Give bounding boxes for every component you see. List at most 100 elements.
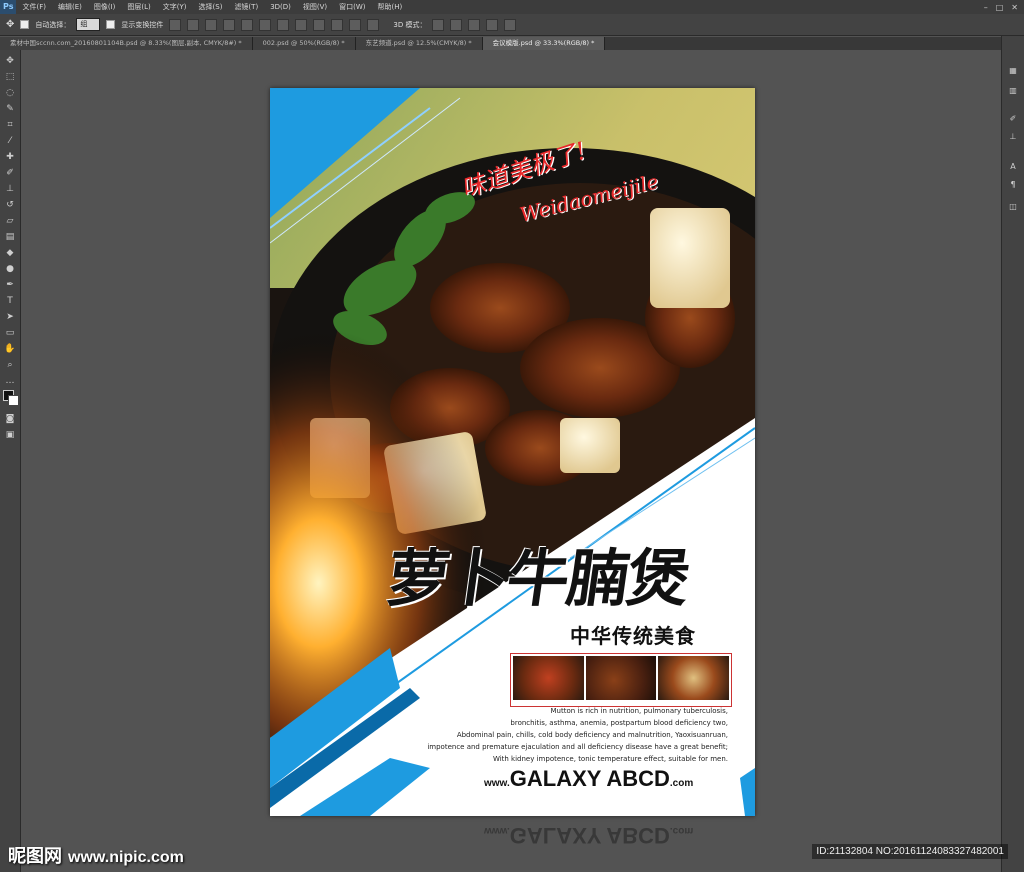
move-tool-icon[interactable]: ✥ bbox=[6, 19, 14, 30]
distribute-top-icon[interactable] bbox=[277, 18, 290, 31]
hand-icon[interactable]: ✋ bbox=[4, 344, 16, 354]
menu-bar: Ps 文件(F) 编辑(E) 图像(I) 图层(L) 文字(Y) 选择(S) 滤… bbox=[0, 0, 1024, 14]
paragraph-panel-icon[interactable]: ¶ bbox=[1007, 180, 1019, 190]
url-prefix: www. bbox=[484, 778, 510, 789]
scale-3d-icon[interactable] bbox=[504, 18, 517, 31]
shape-icon[interactable]: ▭ bbox=[4, 328, 16, 338]
reflected-url-suffix: .com bbox=[669, 825, 694, 836]
transform-controls-checkbox[interactable] bbox=[106, 20, 116, 29]
window-controls: – □ ✕ bbox=[984, 3, 1024, 12]
slide-3d-icon[interactable] bbox=[486, 18, 499, 31]
history-brush-icon[interactable]: ↺ bbox=[4, 200, 16, 210]
minimize-icon[interactable]: – bbox=[984, 3, 988, 12]
description-line: Abdominal pain, chills, cold body defici… bbox=[456, 731, 728, 739]
distribute-right-icon[interactable] bbox=[367, 18, 380, 31]
align-right-icon[interactable] bbox=[259, 18, 272, 31]
history-panel-icon[interactable]: ▦ bbox=[1007, 66, 1019, 76]
marquee-icon[interactable]: ⬚ bbox=[4, 72, 16, 82]
properties-panel-icon[interactable]: ▥ bbox=[1007, 86, 1019, 96]
reflected-url-prefix: www. bbox=[484, 825, 510, 836]
canvas-reflection: www.GALAXY ABCD.com bbox=[270, 818, 755, 872]
panel-dock: ▦ ▥ ✐ ⊥ A ¶ ◫ bbox=[1001, 36, 1024, 872]
clone-stamp-icon[interactable]: ⊥ bbox=[4, 184, 16, 194]
maximize-icon[interactable]: □ bbox=[996, 3, 1004, 12]
close-icon[interactable]: ✕ bbox=[1011, 3, 1018, 12]
menu-layer[interactable]: 图层(L) bbox=[121, 2, 156, 12]
menu-type[interactable]: 文字(Y) bbox=[157, 2, 193, 12]
tab-document-2[interactable]: 002.psd @ 50%(RGB/8) * bbox=[252, 37, 356, 50]
menu-select[interactable]: 选择(S) bbox=[193, 2, 229, 12]
tools-panel: ✥ ⬚ ◌ ✎ ⌗ ⁄ ✚ ✐ ⊥ ↺ ▱ ▤ ◆ ● ✒ T ➤ ▭ ✋ ⌕ … bbox=[0, 50, 21, 872]
rotate-3d-icon[interactable] bbox=[432, 18, 445, 31]
eraser-icon[interactable]: ▱ bbox=[4, 216, 16, 226]
menu-help[interactable]: 帮助(H) bbox=[372, 2, 409, 12]
path-select-icon[interactable]: ➤ bbox=[4, 312, 16, 322]
poster-url: www.GALAXY ABCD.com bbox=[484, 766, 693, 792]
auto-select-label: 自动选择： bbox=[35, 20, 71, 29]
distribute-center-icon[interactable] bbox=[349, 18, 362, 31]
tab-document-1[interactable]: 素材中国sccnn.com_20160801104B.psd @ 8.33%(图… bbox=[0, 37, 253, 50]
move-icon[interactable]: ✥ bbox=[4, 56, 16, 66]
poster-description: Mutton is rich in nutrition, pulmonary t… bbox=[400, 705, 728, 765]
menu-window[interactable]: 窗口(W) bbox=[333, 2, 371, 12]
description-line: bronchitis, asthma, anemia, postpartum b… bbox=[510, 719, 728, 727]
blur-icon[interactable]: ◆ bbox=[4, 248, 16, 258]
watermark-url: www.nipic.com bbox=[68, 849, 184, 866]
photoshop-logo: Ps bbox=[0, 0, 17, 14]
zoom-icon[interactable]: ⌕ bbox=[4, 360, 16, 370]
align-bottom-icon[interactable] bbox=[205, 18, 218, 31]
menu-file[interactable]: 文件(F) bbox=[16, 2, 52, 12]
description-line: Mutton is rich in nutrition, pulmonary t… bbox=[550, 707, 729, 715]
auto-select-dropdown[interactable]: 组 bbox=[76, 18, 101, 31]
drag-3d-icon[interactable] bbox=[468, 18, 481, 31]
align-middle-icon[interactable] bbox=[187, 18, 200, 31]
tab-document-4[interactable]: 会议模版.psd @ 33.3%(RGB/8) * bbox=[482, 37, 606, 50]
distribute-left-icon[interactable] bbox=[331, 18, 344, 31]
align-left-icon[interactable] bbox=[223, 18, 236, 31]
quick-mask-icon[interactable]: ◙ bbox=[4, 414, 16, 424]
menu-image[interactable]: 图像(I) bbox=[88, 2, 122, 12]
align-center-icon[interactable] bbox=[241, 18, 254, 31]
description-line: impotence and premature ejaculation and … bbox=[427, 743, 728, 751]
tab-document-3[interactable]: 东艺频道.psd @ 12.5%(CMYK/8) * bbox=[355, 37, 483, 50]
reflected-url: www.GALAXY ABCD.com bbox=[484, 822, 693, 848]
menu-3d[interactable]: 3D(D) bbox=[264, 3, 297, 11]
background-color-swatch[interactable] bbox=[8, 395, 19, 406]
menu-view[interactable]: 视图(V) bbox=[297, 2, 333, 12]
poster-subtitle: 中华传统美食 bbox=[570, 624, 696, 648]
eyedropper-icon[interactable]: ⁄ bbox=[4, 136, 16, 146]
description-line: With kidney impotence, tonic temperature… bbox=[492, 755, 728, 763]
type-icon[interactable]: T bbox=[4, 296, 16, 306]
roll-3d-icon[interactable] bbox=[450, 18, 463, 31]
url-main: GALAXY ABCD bbox=[509, 766, 670, 791]
transform-controls-label: 显示变换控件 bbox=[121, 20, 164, 29]
auto-select-checkbox[interactable] bbox=[20, 20, 30, 29]
thumbnail-image-1 bbox=[513, 656, 584, 700]
crop-icon[interactable]: ⌗ bbox=[4, 120, 16, 130]
distribute-middle-icon[interactable] bbox=[295, 18, 308, 31]
dodge-icon[interactable]: ● bbox=[4, 264, 16, 274]
lasso-icon[interactable]: ◌ bbox=[4, 88, 16, 98]
screen-mode-icon[interactable]: ▣ bbox=[4, 430, 16, 440]
reflected-url-main: GALAXY ABCD bbox=[509, 823, 670, 848]
poster-title: 萝卜牛腩煲 bbox=[382, 542, 693, 615]
clone-source-panel-icon[interactable]: ⊥ bbox=[1007, 132, 1019, 142]
align-top-icon[interactable] bbox=[169, 18, 182, 31]
distribute-bottom-icon[interactable] bbox=[313, 18, 326, 31]
healing-brush-icon[interactable]: ✚ bbox=[4, 152, 16, 162]
menu-filter[interactable]: 滤镜(T) bbox=[228, 2, 264, 12]
pen-icon[interactable]: ✒ bbox=[4, 280, 16, 290]
document-tabs: 素材中国sccnn.com_20160801104B.psd @ 8.33%(图… bbox=[0, 37, 1024, 50]
more-tools-icon[interactable]: … bbox=[4, 376, 16, 386]
brush-panel-icon[interactable]: ✐ bbox=[1007, 114, 1019, 124]
character-panel-icon[interactable]: A bbox=[1007, 162, 1019, 172]
thumbnail-image-2 bbox=[585, 656, 657, 700]
gradient-icon[interactable]: ▤ bbox=[4, 232, 16, 242]
layer-comps-panel-icon[interactable]: ◫ bbox=[1007, 202, 1019, 212]
brush-icon[interactable]: ✐ bbox=[4, 168, 16, 178]
document-canvas[interactable]: 味道美极了! Weidaomeijile 萝卜牛腩煲 中华传统美食 Mutton… bbox=[270, 88, 755, 816]
menu-edit[interactable]: 编辑(E) bbox=[52, 2, 88, 12]
quick-select-icon[interactable]: ✎ bbox=[4, 104, 16, 114]
image-id-label: ID:21132804 NO:20161124083327482001 bbox=[812, 844, 1008, 859]
thumbnail-strip bbox=[510, 653, 732, 707]
